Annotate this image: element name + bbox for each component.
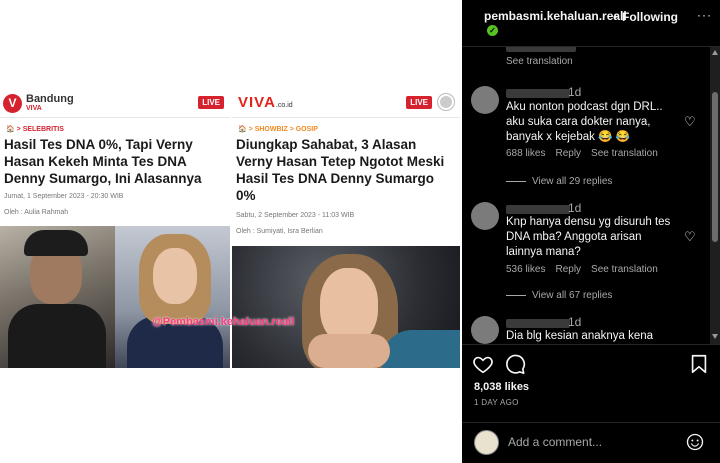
viva-brand: VIVA	[238, 94, 276, 111]
instagram-panel: pembasmi.kehaluan.reall ✓ • Following ··…	[462, 0, 720, 463]
comment-time: 1d	[568, 201, 582, 215]
header-dot: •	[613, 10, 618, 24]
add-comment-input[interactable]	[508, 433, 678, 451]
live-badge: LIVE	[198, 96, 224, 109]
viva-logo-icon: V	[3, 94, 22, 113]
headline: Hasil Tes DNA 0%, Tapi Verny Hasan Kekeh…	[4, 137, 202, 186]
see-translation-link[interactable]: See translation	[591, 264, 658, 275]
article-author: Oleh : Sumiyati, Isra Berlian	[236, 228, 323, 235]
reply-button[interactable]: Reply	[555, 264, 581, 275]
comment-likes[interactable]: 536 likes	[506, 264, 545, 275]
headline: Diungkap Sahabat, 3 Alasan Verny Hasan T…	[236, 137, 445, 203]
article-right-header: VIVA.co.id LIVE	[232, 88, 460, 118]
comment-avatar[interactable]	[471, 316, 499, 344]
breadcrumb: 🏠 > SHOWBIZ > GOSIP	[238, 126, 318, 133]
like-comment-icon[interactable]: ♡	[684, 229, 696, 245]
article-date: Jumat, 1 September 2023 - 20:30 WIB	[4, 193, 124, 200]
comment-actions: 688 likes Reply See translation	[506, 148, 668, 159]
post-image: V Bandung VIVA LIVE 🏠 > SELEBRITIS Hasil…	[0, 0, 462, 463]
comment-bubble-icon[interactable]	[504, 353, 526, 375]
following-button[interactable]: Following	[622, 10, 678, 24]
bandung-viva-logo: V Bandung VIVA	[3, 92, 83, 114]
logo-sub: VIVA	[26, 105, 42, 112]
more-options-icon[interactable]: ···	[697, 8, 712, 22]
article-left-header: V Bandung VIVA LIVE	[0, 88, 230, 118]
screen: V Bandung VIVA LIVE 🏠 > SELEBRITIS Hasil…	[0, 0, 720, 463]
comment-actions: 536 likes Reply See translation	[506, 264, 668, 275]
view-replies-button[interactable]: View all 67 replies	[506, 290, 612, 301]
viva-tld: .co.id	[275, 102, 293, 109]
post-header: pembasmi.kehaluan.reall ✓ • Following ··…	[462, 0, 720, 47]
emoji-icon[interactable]	[686, 433, 704, 451]
reply-button[interactable]: Reply	[555, 148, 581, 159]
comments-list[interactable]: See translation 1d Aku nonton podcast dg…	[462, 47, 720, 344]
add-comment-bar	[462, 422, 720, 463]
viva-logo: VIVA.co.id	[238, 94, 293, 111]
see-translation-link[interactable]: See translation	[591, 148, 658, 159]
comment-username[interactable]	[506, 47, 576, 52]
user-avatar-icon	[438, 94, 454, 110]
see-translation-link[interactable]: See translation	[506, 56, 583, 67]
current-user-avatar	[474, 430, 499, 455]
likes-count[interactable]: 8,038 likes	[474, 381, 529, 393]
scroll-down-arrow-icon[interactable]	[712, 334, 718, 339]
scroll-thumb[interactable]	[712, 92, 718, 242]
article-author: Oleh : Aulia Rahmah	[4, 209, 69, 216]
like-comment-icon[interactable]: ♡	[684, 114, 696, 130]
post-date: 1 DAY AGO	[474, 398, 519, 407]
header-username[interactable]: pembasmi.kehaluan.reall	[484, 9, 627, 23]
watermark: @Pembasmi.kehaluan.reall	[152, 316, 295, 328]
save-bookmark-icon[interactable]	[688, 353, 710, 375]
logo-brand: Bandung	[26, 93, 74, 105]
article-photo	[0, 226, 230, 368]
comment-avatar[interactable]	[471, 86, 499, 114]
view-replies-button[interactable]: View all 29 replies	[506, 176, 612, 187]
comment-likes[interactable]: 688 likes	[506, 148, 545, 159]
photo-woman	[115, 226, 230, 368]
comment-time: 1d	[568, 85, 582, 99]
article-date: Sabtu, 2 September 2023 - 11:03 WIB	[236, 212, 355, 219]
comment-username[interactable]	[506, 205, 570, 214]
article-photo	[232, 246, 460, 368]
live-badge: LIVE	[406, 96, 432, 109]
comment-username[interactable]	[506, 89, 570, 98]
comment-text: Dia blg kesian anaknya kena	[506, 330, 654, 342]
like-heart-icon[interactable]	[472, 353, 494, 375]
scroll-up-arrow-icon[interactable]	[712, 50, 718, 55]
photo-man	[0, 226, 115, 368]
post-actions: 8,038 likes 1 DAY AGO	[462, 344, 720, 422]
comment-text: Knp hanya densu yg disuruh tes DNA mba? …	[506, 216, 671, 258]
comment-time: 1d	[568, 315, 582, 329]
comment-text: Aku nonton podcast dgn DRL.. aku suka ca…	[506, 101, 663, 143]
verified-icon: ✓	[487, 25, 498, 36]
comment-avatar[interactable]	[471, 202, 499, 230]
breadcrumb: 🏠 > SELEBRITIS	[6, 126, 64, 133]
comment-username[interactable]	[506, 319, 570, 328]
